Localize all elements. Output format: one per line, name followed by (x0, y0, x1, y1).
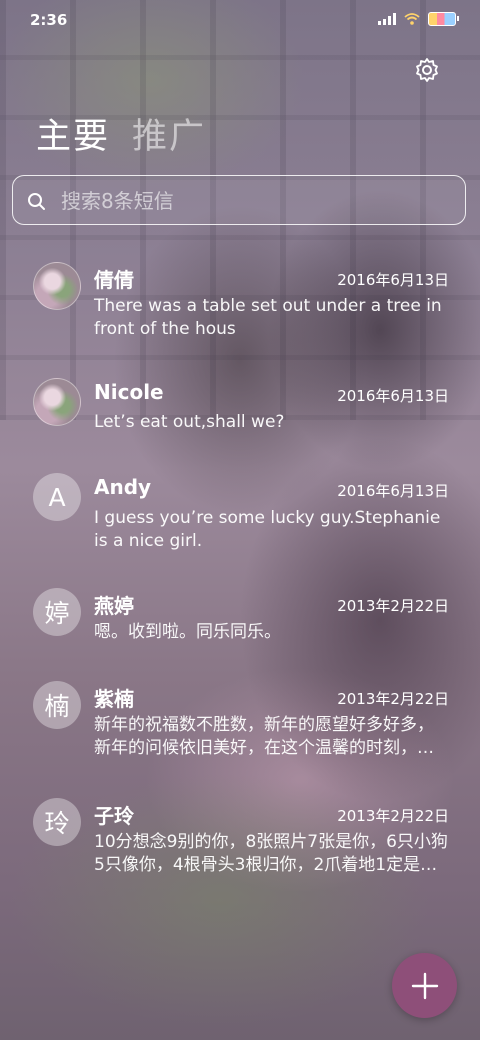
avatar: 婷 (33, 588, 81, 636)
message-date: 2013年2月22日 (337, 597, 449, 615)
avatar: A (33, 473, 81, 521)
message-preview: 10分想念9别的你，8张照片7张是你，6只小狗5只像你，4根骨头3根归你，2爪着… (94, 832, 448, 875)
contact-name: Andy (94, 475, 152, 499)
battery-icon (428, 12, 459, 26)
search-icon (28, 193, 45, 210)
plus-icon (411, 972, 438, 999)
list-item[interactable]: 楠 紫楠 2013年2月22日 新年的祝福数不胜数，新年的愿望好多好多，新年的问… (0, 678, 480, 788)
message-date: 2016年6月13日 (337, 387, 449, 405)
compose-button[interactable] (392, 953, 457, 1018)
signal-icon (378, 13, 396, 25)
avatar: 楠 (33, 681, 81, 729)
message-preview: Let’s eat out,shall we? (94, 412, 285, 432)
list-item[interactable]: Nicole 2016年6月13日 Let’s eat out,shall we… (0, 370, 480, 460)
message-preview: 新年的祝福数不胜数，新年的愿望好多好多，新年的问候依旧美好，在这个温馨的时刻，… (94, 715, 434, 758)
status-time: 2:36 (30, 11, 68, 29)
message-date: 2013年2月22日 (337, 807, 449, 825)
wifi-icon (404, 13, 420, 25)
message-date: 2013年2月22日 (337, 690, 449, 708)
message-date: 2016年6月13日 (337, 482, 449, 500)
list-item[interactable]: 婷 燕婷 2013年2月22日 嗯。收到啦。同乐同乐。 (0, 582, 480, 672)
tab-bar: 主要 推广 (36, 108, 206, 159)
message-preview: I guess you’re some lucky guy.Stephanie … (94, 508, 441, 551)
list-item[interactable]: 玲 子玲 2013年2月22日 10分想念9别的你，8张照片7张是你，6只小狗5… (0, 795, 480, 905)
message-preview: There was a table set out under a tree i… (94, 296, 442, 339)
contact-name: 倩倩 (94, 268, 134, 292)
gear-icon[interactable] (412, 55, 442, 85)
tab-promotions[interactable]: 推广 (132, 108, 206, 159)
message-date: 2016年6月13日 (337, 271, 449, 289)
search-bar[interactable] (12, 175, 466, 225)
list-item[interactable]: A Andy 2016年6月13日 I guess you’re some lu… (0, 465, 480, 575)
list-item[interactable]: 倩倩 2016年6月13日 There was a table set out … (0, 250, 480, 360)
status-icons (378, 12, 459, 26)
contact-name: 紫楠 (94, 687, 134, 711)
status-bar: 2:36 (0, 0, 480, 44)
avatar (33, 378, 81, 426)
message-preview: 嗯。收到啦。同乐同乐。 (94, 622, 281, 642)
avatar: 玲 (33, 798, 81, 846)
contact-name: 燕婷 (94, 594, 134, 618)
tab-main[interactable]: 主要 (36, 108, 110, 159)
contact-name: 子玲 (94, 804, 134, 828)
search-input[interactable] (59, 184, 453, 218)
avatar (33, 262, 81, 310)
contact-name: Nicole (94, 380, 164, 404)
